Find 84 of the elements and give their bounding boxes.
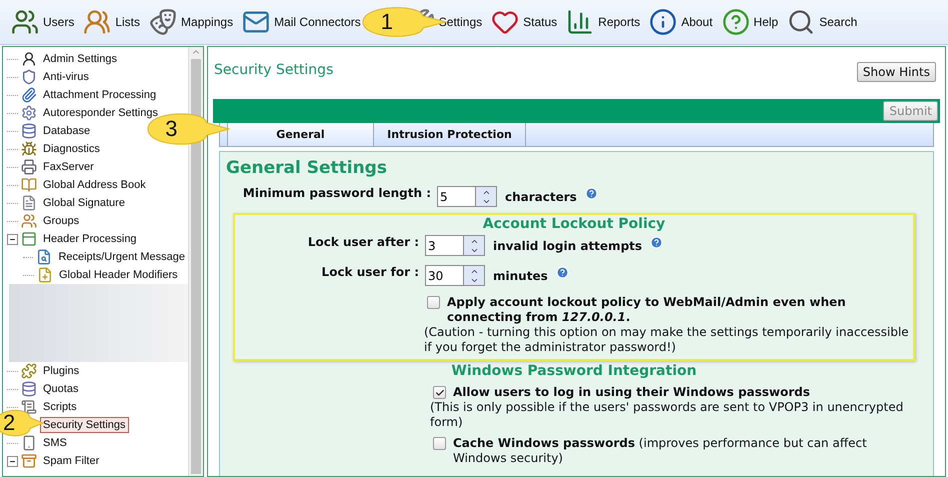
- checkbox[interactable]: [433, 386, 446, 399]
- option-label: Allow users to log in using their Windows passwords: [453, 385, 812, 400]
- toolbar-button[interactable]: Users: [8, 3, 78, 41]
- tree-item[interactable]: Groups: [40, 213, 82, 229]
- option-label: Cache Windows passwords (improves performance but can affect Windows security): [453, 436, 868, 466]
- tree-item[interactable]: Database: [40, 123, 94, 139]
- can-icon: [21, 453, 37, 469]
- group-heading: Windows Password Integration: [450, 363, 698, 379]
- database-icon: [21, 381, 37, 397]
- help-icon[interactable]: [650, 236, 664, 249]
- toolbar-button[interactable]: Mappings: [146, 3, 236, 41]
- toolbar-button[interactable]: Status: [488, 3, 560, 41]
- tree-item[interactable]: Quotas: [40, 381, 82, 397]
- paperclip-icon: [21, 87, 37, 103]
- unit-label: characters: [505, 190, 577, 204]
- spinner-arrows-icon[interactable]: [463, 235, 485, 256]
- tree-item[interactable]: Admin Settings: [40, 51, 120, 67]
- group-heading: Account Lockout Policy: [482, 216, 666, 232]
- checkbox[interactable]: [433, 437, 446, 450]
- spinner-arrows-icon[interactable]: [463, 265, 485, 286]
- toolbar-button[interactable]: Reports: [563, 3, 644, 41]
- people-icon: [83, 8, 112, 36]
- people-icon: [11, 8, 39, 36]
- number-field[interactable]: 30: [425, 265, 463, 286]
- option-note: (Caution - turning this option on may make the settings temporarily inaccessible if you forget the administrator password!): [424, 325, 910, 355]
- scrollbar[interactable]: [188, 47, 203, 476]
- toolbar-button[interactable]: Help: [718, 3, 782, 41]
- tree-item[interactable]: Receipts/Urgent Message: [55, 249, 188, 265]
- field-label: Lock user after :: [306, 235, 419, 249]
- collapse-icon[interactable]: [7, 456, 18, 466]
- toolbar-button[interactable]: Lists: [80, 3, 144, 41]
- tree-item[interactable]: Global Header Modifiers: [56, 267, 181, 283]
- toolbar-button[interactable]: Search: [784, 3, 860, 41]
- toolbar-button[interactable]: Mail Connectors: [239, 3, 364, 41]
- help-icon[interactable]: [584, 187, 598, 200]
- phone-icon: [21, 435, 37, 451]
- tree-item[interactable]: Global Signature: [40, 195, 128, 211]
- tree-item[interactable]: FaxServer: [40, 159, 97, 175]
- scroll-icon: [21, 399, 37, 415]
- person-icon: [21, 51, 37, 67]
- masks-icon: [149, 8, 178, 36]
- database-icon: [21, 123, 37, 139]
- help-icon: [722, 8, 750, 36]
- unit-label: minutes: [493, 268, 548, 282]
- tree-item[interactable]: Anti-virus: [40, 69, 92, 85]
- section-heading: General Settings: [226, 158, 388, 178]
- tree-item[interactable]: Plugins: [40, 363, 82, 379]
- number-field[interactable]: 5: [437, 186, 475, 207]
- shield-icon: [21, 69, 37, 85]
- help-icon[interactable]: [556, 266, 569, 279]
- chart-icon: [566, 8, 594, 36]
- people-icon: [21, 213, 37, 229]
- bug-icon: [21, 141, 37, 157]
- show-hints-button[interactable]: Show Hints: [856, 62, 936, 82]
- tree-item[interactable]: Attachment Processing: [40, 87, 160, 103]
- search-icon: [787, 8, 816, 36]
- tab[interactable]: Intrusion Protection: [374, 123, 526, 146]
- toolbar-button[interactable]: About: [646, 3, 716, 41]
- spinner-arrows-icon[interactable]: [475, 186, 497, 207]
- field-label: Lock user for :: [320, 265, 419, 279]
- document-icon: [21, 195, 37, 211]
- gear-icon: [21, 105, 37, 121]
- field-label: Minimum password length :: [242, 186, 431, 200]
- magnifier-document-icon: [36, 249, 52, 265]
- collapse-icon[interactable]: [7, 234, 18, 244]
- number-field[interactable]: 3: [425, 235, 463, 256]
- tab[interactable]: General: [227, 123, 374, 146]
- document-plus-icon: [37, 267, 53, 283]
- page-title: Security Settings: [214, 62, 334, 78]
- tree-item[interactable]: Autoresponder Settings: [40, 105, 161, 121]
- info-icon: [649, 8, 678, 36]
- option-note: (This is only possible if the users' passwords are sent to VPOP3 in unencrypted form): [430, 400, 904, 430]
- option-label: Apply account lockout policy to WebMail/Admin even when connecting from 127.0.0.1.: [447, 295, 847, 325]
- tree-item[interactable]: Diagnostics: [40, 141, 103, 157]
- tree-item[interactable]: Global Address Book: [40, 177, 149, 193]
- puzzle-icon: [21, 363, 37, 379]
- tree-item[interactable]: Spam Filter: [40, 453, 102, 469]
- unit-label: invalid login attempts: [493, 238, 642, 252]
- printer-icon: [21, 159, 37, 175]
- tree-item[interactable]: Security Settings: [40, 417, 129, 433]
- window-icon: [21, 231, 37, 247]
- book-icon: [21, 177, 37, 193]
- tree-item[interactable]: Header Processing: [40, 231, 140, 247]
- checkbox[interactable]: [427, 296, 440, 309]
